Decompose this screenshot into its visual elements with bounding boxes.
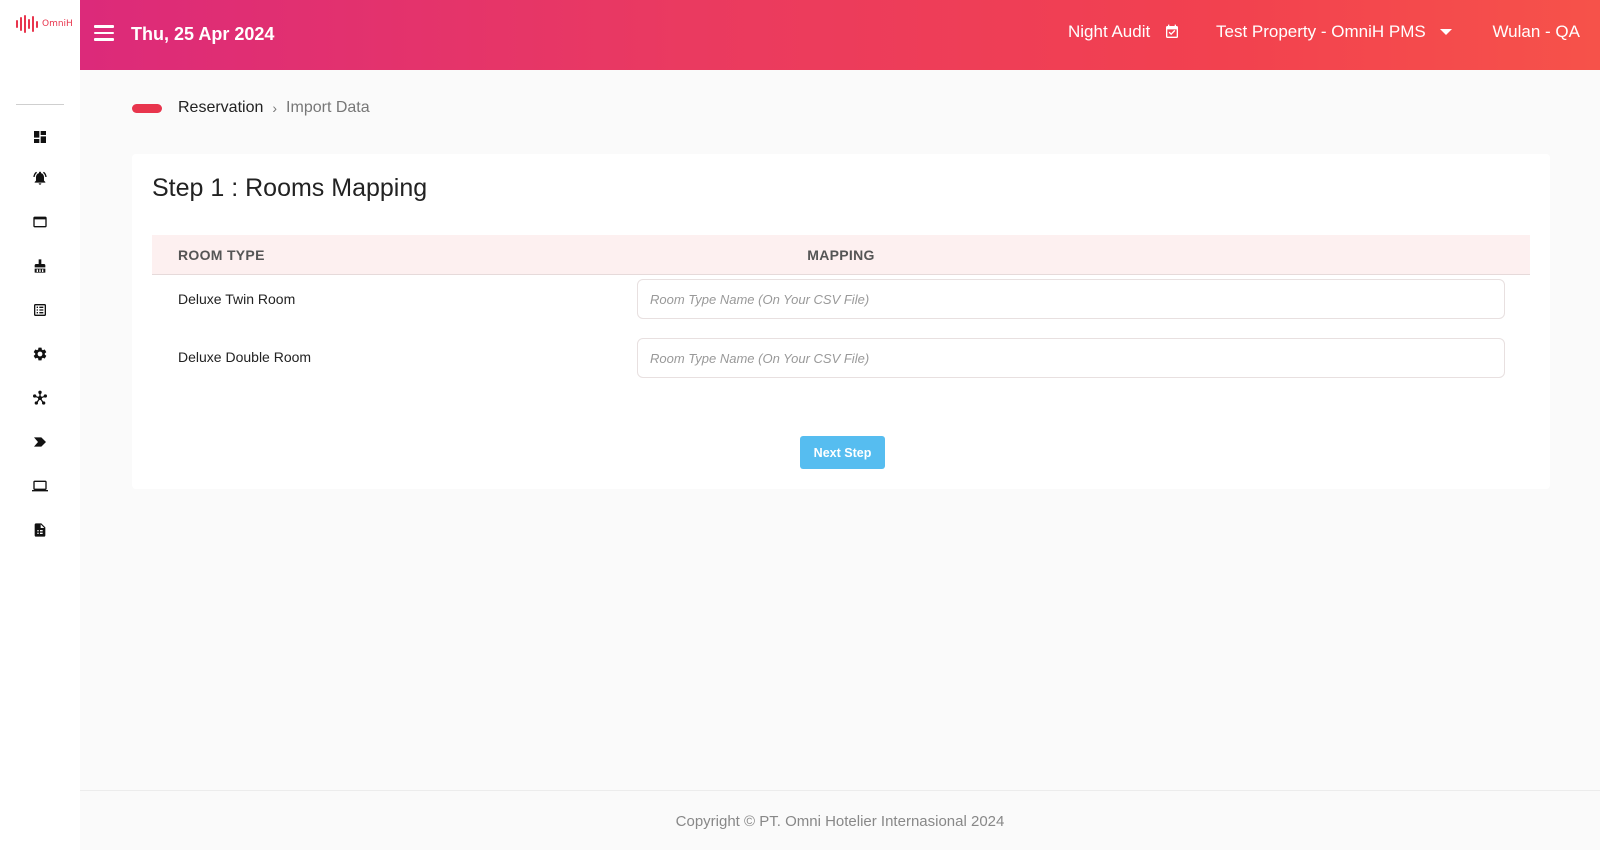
top-header: Thu, 25 Apr 2024 Night Audit Test Proper… <box>80 0 1600 70</box>
list-icon <box>34 304 46 316</box>
night-audit-button[interactable]: Night Audit <box>1068 22 1180 42</box>
chevron-right-icon: › <box>272 100 278 116</box>
column-header-room-type: ROOM TYPE <box>178 247 265 263</box>
breadcrumb-import-data: Import Data <box>286 99 370 116</box>
menu-bar <box>94 31 114 34</box>
sidebar-divider <box>16 104 64 105</box>
next-step-button[interactable]: Next Step <box>800 436 885 469</box>
sidebar-item-housekeeping[interactable] <box>30 256 50 276</box>
dashboard-icon <box>34 131 46 143</box>
room-type-label: Deluxe Double Room <box>178 349 312 365</box>
sidebar-item-dashboard[interactable] <box>30 127 50 147</box>
room-mapping-input-deluxe-twin[interactable] <box>637 279 1505 319</box>
table-header: MAPPING ROOM TYPE <box>152 235 1530 275</box>
property-selector[interactable]: Test Property - OmniH PMS <box>1216 22 1452 42</box>
sidebar-item-settings[interactable] <box>30 344 50 364</box>
room-mapping-input-deluxe-double[interactable] <box>637 338 1505 378</box>
broom-icon <box>34 259 46 273</box>
hamburger-menu-button[interactable] <box>94 25 114 43</box>
sidebar-item-reports[interactable] <box>30 520 50 540</box>
footer: Copyright © PT. Omni Hotelier Internasio… <box>80 790 1600 850</box>
menu-bar <box>94 38 114 41</box>
window-icon <box>33 216 47 228</box>
breadcrumb-reservation[interactable]: Reservation <box>178 99 263 117</box>
copyright-text: Copyright © PT. Omni Hotelier Internasio… <box>675 813 1005 830</box>
laptop-icon <box>32 480 48 492</box>
calendar-check-icon <box>1166 24 1179 38</box>
report-icon <box>34 523 46 537</box>
caret-down-icon <box>1439 29 1452 35</box>
sidebar-item-tags[interactable] <box>30 432 50 452</box>
logo-mark-icon <box>16 15 38 33</box>
menu-bar <box>94 25 114 28</box>
sidebar-item-window[interactable] <box>30 212 50 232</box>
sidebar-item-devices[interactable] <box>30 476 50 496</box>
property-label: Test Property - OmniH PMS <box>1216 22 1426 41</box>
network-icon <box>33 390 47 405</box>
logo-text: OmniH <box>42 19 73 29</box>
night-audit-label: Night Audit <box>1068 22 1151 41</box>
bell-icon <box>33 171 47 185</box>
breadcrumb-accent-pill <box>132 103 162 113</box>
tag-icon <box>34 437 46 447</box>
user-menu[interactable]: Wulan - QA <box>1492 22 1580 42</box>
column-header-mapping: MAPPING <box>807 247 875 263</box>
header-date: Thu, 25 Apr 2024 <box>131 24 275 44</box>
gear-icon <box>33 347 47 361</box>
room-type-label: Deluxe Twin Room <box>178 291 296 307</box>
rooms-mapping-card: Step 1 : Rooms Mapping MAPPING ROOM TYPE… <box>132 154 1550 489</box>
omnih-logo[interactable]: OmniH <box>16 14 73 34</box>
sidebar-item-integrations[interactable] <box>30 388 50 408</box>
breadcrumb: Reservation › Import Data <box>132 99 370 117</box>
sidebar-item-list[interactable] <box>30 300 50 320</box>
sidebar-item-notifications[interactable] <box>30 168 50 188</box>
sidebar: OmniH <box>0 0 80 850</box>
page-title: Step 1 : Rooms Mapping <box>152 174 428 202</box>
